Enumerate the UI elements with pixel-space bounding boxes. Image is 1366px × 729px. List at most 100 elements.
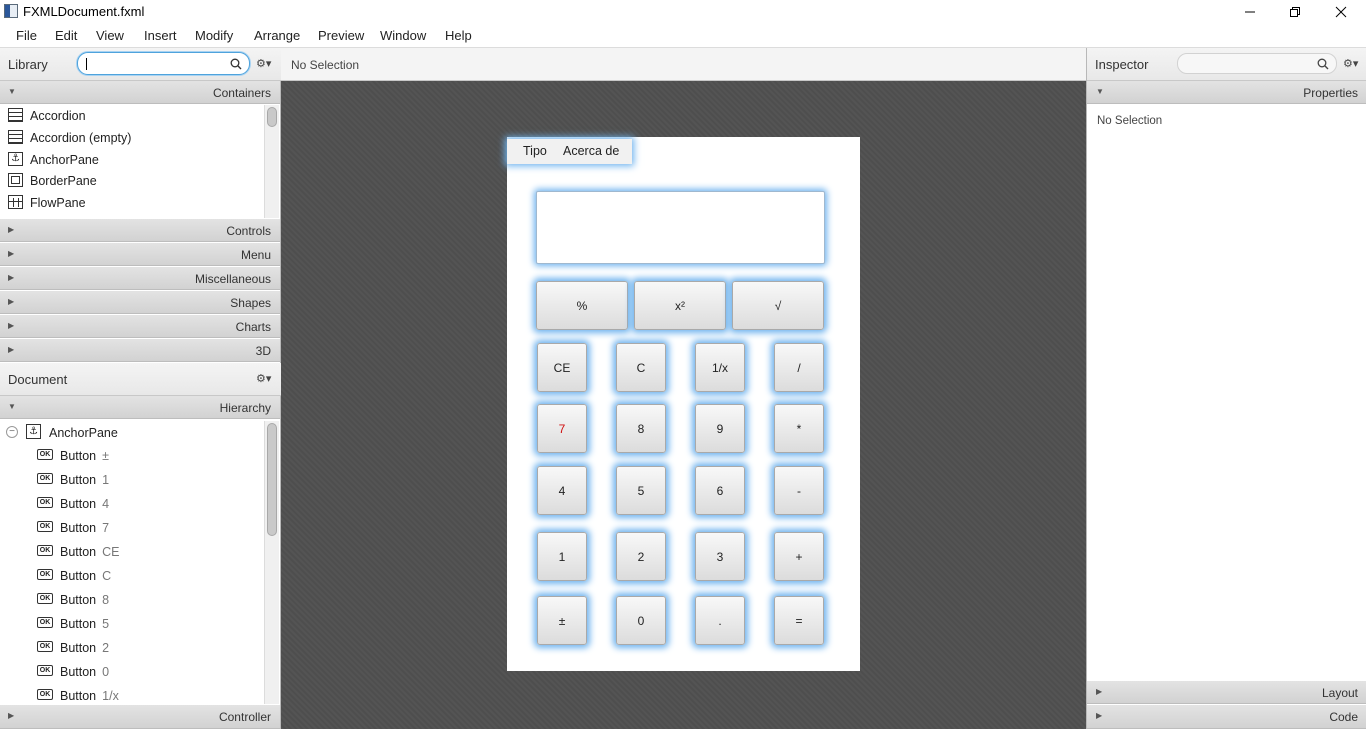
scrollbar-thumb[interactable] [267,423,277,536]
title-bar: FXMLDocument.fxml [0,0,1366,23]
add-button[interactable]: + [774,532,824,581]
digit-7-button[interactable]: 7 [537,404,587,453]
tree-item-button[interactable]: OK Button 7 [0,516,263,540]
menu-arrange[interactable]: Arrange [254,28,300,43]
section-menu[interactable]: ▶ Menu [0,243,280,266]
button-ok-icon: OK [37,473,53,484]
library-item-accordion-empty[interactable]: Accordion (empty) [0,127,263,149]
library-item-label: Accordion (empty) [30,131,132,145]
menu-tipo[interactable]: Tipo [523,144,547,158]
section-controller[interactable]: ▶ Controller [0,705,280,729]
tree-item-button[interactable]: OK Button 4 [0,492,263,516]
library-gear-icon[interactable]: ⚙▾ [256,57,271,70]
ce-button[interactable]: CE [537,343,587,392]
button-ok-icon: OK [37,617,53,628]
collapse-icon[interactable]: − [6,426,18,438]
tree-item-button[interactable]: OK Button ± [0,444,263,468]
decimal-button[interactable]: . [695,596,745,645]
library-item-accordion[interactable]: Accordion [0,105,263,127]
c-button[interactable]: C [616,343,666,392]
digit-3-button[interactable]: 3 [695,532,745,581]
tree-item-button[interactable]: OK Button 2 [0,636,263,660]
menu-view[interactable]: View [96,28,124,43]
section-containers[interactable]: ▼ Containers [0,81,280,104]
selection-status: No Selection [291,58,360,72]
tree-root-anchorpane[interactable]: − ⚓ AnchorPane [0,421,263,445]
library-scrollbar[interactable] [264,105,279,218]
section-shapes[interactable]: ▶ Shapes [0,291,280,314]
section-code[interactable]: ▶ Code [1087,705,1366,729]
library-search-input[interactable] [77,52,250,75]
inspector-gear-icon[interactable]: ⚙▾ [1343,57,1358,70]
digit-6-button[interactable]: 6 [695,466,745,515]
inspector-search-input[interactable] [1177,53,1337,74]
section-3d[interactable]: ▶ 3D [0,339,280,362]
percent-button[interactable]: % [536,281,628,330]
section-miscellaneous[interactable]: ▶ Miscellaneous [0,267,280,290]
library-item-anchorpane[interactable]: ⚓ AnchorPane [0,149,263,171]
menu-preview[interactable]: Preview [318,28,364,43]
accordion-icon [8,108,23,122]
digit-1-button[interactable]: 1 [537,532,587,581]
reciprocal-button[interactable]: 1/x [695,343,745,392]
digit-9-button[interactable]: 9 [695,404,745,453]
multiply-button[interactable]: * [774,404,824,453]
library-item-flowpane[interactable]: FlowPane [0,192,263,214]
tree-item-button[interactable]: OK Button 8 [0,588,263,612]
section-hierarchy[interactable]: ▼ Hierarchy [0,396,280,419]
expanded-triangle-icon: ▼ [8,402,16,411]
equals-button[interactable]: = [774,596,824,645]
digit-5-button[interactable]: 5 [616,466,666,515]
document-title: Document [8,372,68,387]
menu-file[interactable]: File [16,28,37,43]
tree-item-button[interactable]: OK Button CE [0,540,263,564]
digit-8-button[interactable]: 8 [616,404,666,453]
anchor-icon: ⚓ [26,424,41,439]
hierarchy-scrollbar[interactable] [264,421,279,704]
text-caret [86,58,87,70]
tree-item-type: Button [60,521,97,535]
calculator-display[interactable] [536,191,825,264]
selection-bar: No Selection [281,48,1086,81]
tree-item-label: AnchorPane [49,426,118,440]
tree-item-button[interactable]: OK Button 5 [0,612,263,636]
menu-modify[interactable]: Modify [195,28,233,43]
digit-2-button[interactable]: 2 [616,532,666,581]
menu-help[interactable]: Help [445,28,472,43]
menu-edit[interactable]: Edit [55,28,77,43]
menu-insert[interactable]: Insert [144,28,177,43]
expanded-triangle-icon: ▼ [8,87,16,96]
section-label: Hierarchy [219,401,271,415]
tree-item-text: 5 [102,617,110,631]
flowpane-icon [8,195,23,209]
plus-minus-button[interactable]: ± [537,596,587,645]
collapsed-triangle-icon: ▶ [8,711,15,720]
tree-item-button[interactable]: OK Button C [0,564,263,588]
section-label: Shapes [230,296,271,310]
digit-0-button[interactable]: 0 [616,596,666,645]
section-label: 3D [255,344,271,358]
document-gear-icon[interactable]: ⚙▾ [256,372,271,385]
tree-item-button[interactable]: OK Button 1 [0,468,263,492]
tree-item-button[interactable]: OK Button 0 [0,660,263,684]
divide-button[interactable]: / [774,343,824,392]
menu-acerca-de[interactable]: Acerca de [563,144,619,158]
square-button[interactable]: x² [634,281,726,330]
section-charts[interactable]: ▶ Charts [0,315,280,338]
scrollbar-thumb[interactable] [267,107,277,127]
section-layout[interactable]: ▶ Layout [1087,681,1366,704]
restore-button[interactable] [1272,0,1318,23]
minimize-button[interactable] [1227,0,1273,23]
button-ok-icon: OK [37,521,53,532]
section-controls[interactable]: ▶ Controls [0,219,280,242]
menu-window[interactable]: Window [380,28,426,43]
subtract-button[interactable]: - [774,466,824,515]
sqrt-button[interactable]: √ [732,281,824,330]
section-label: Controller [218,710,271,724]
search-icon [230,58,242,70]
digit-4-button[interactable]: 4 [537,466,587,515]
menu-bar: File Edit View Insert Modify Arrange Pre… [0,23,1366,48]
close-button[interactable] [1318,0,1364,23]
section-properties[interactable]: ▼ Properties [1087,81,1366,104]
library-item-borderpane[interactable]: BorderPane [0,170,263,192]
